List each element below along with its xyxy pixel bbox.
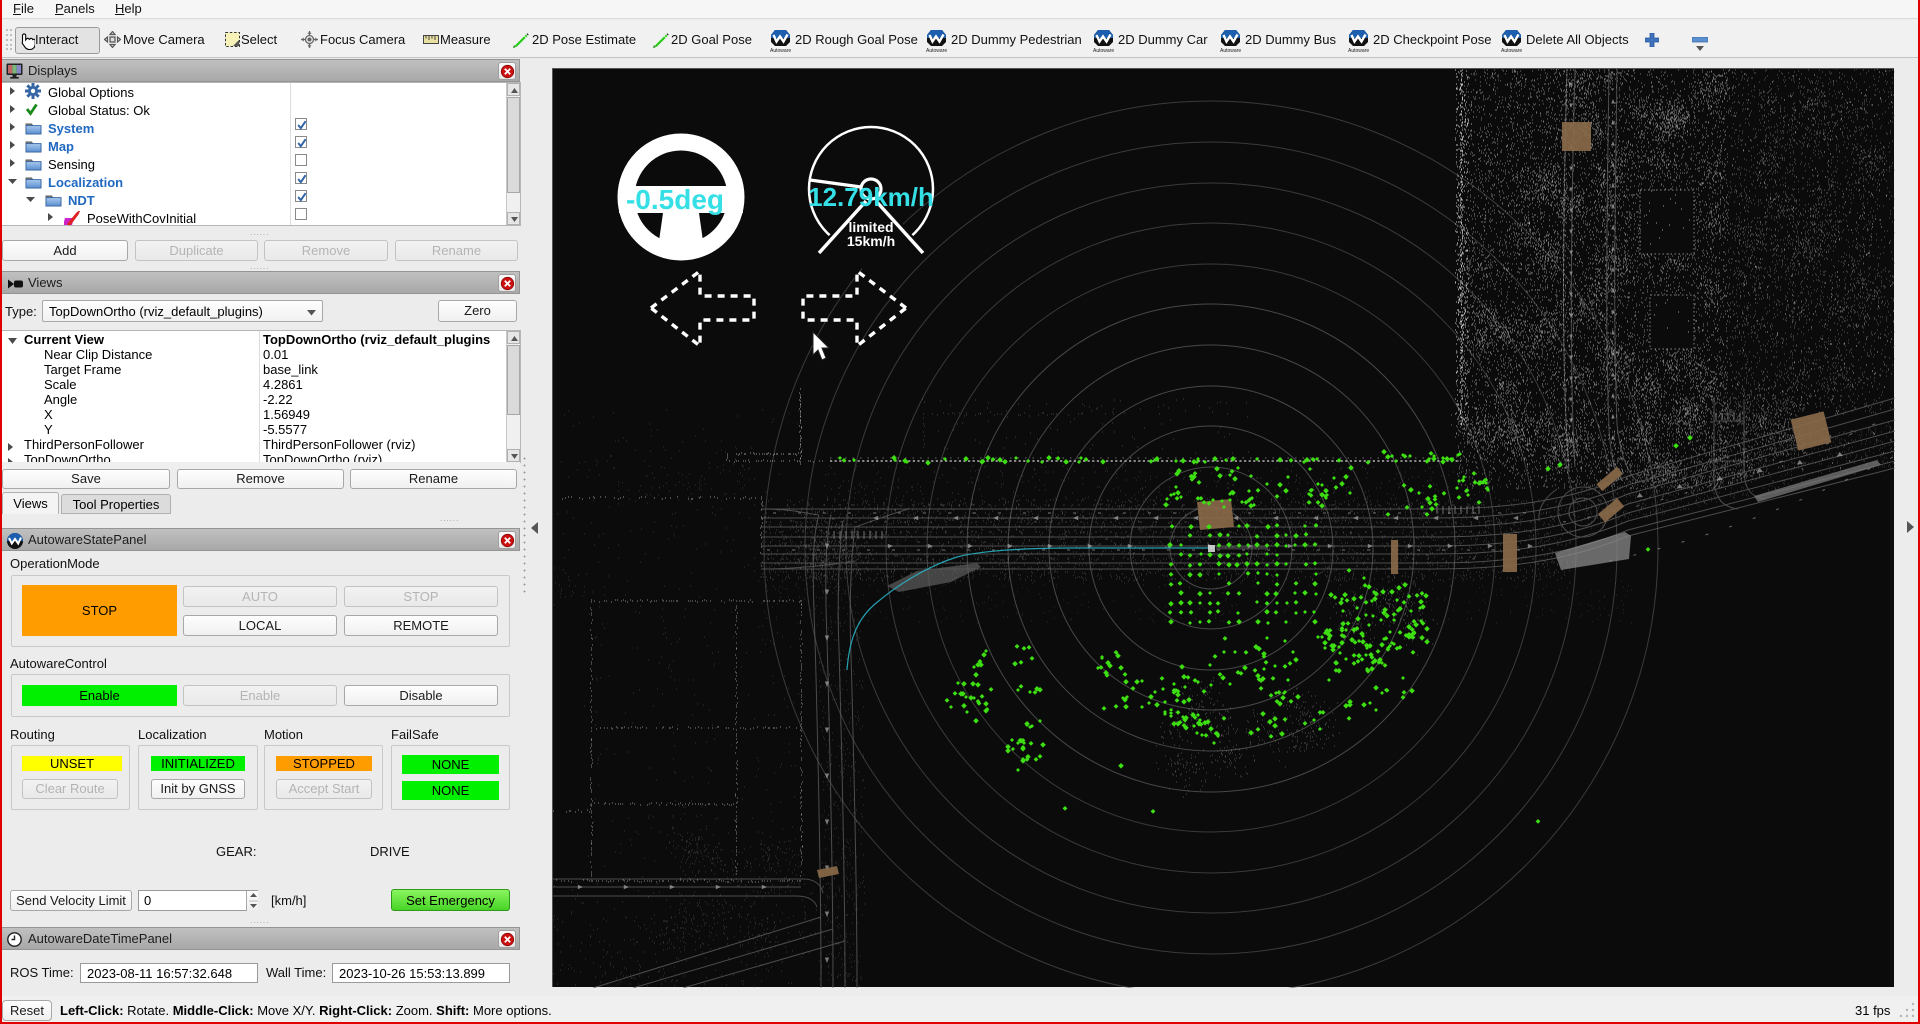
svg-text:15km/h: 15km/h	[847, 233, 895, 249]
svg-text:-0.5deg: -0.5deg	[626, 184, 724, 215]
svg-text:12.79km/h: 12.79km/h	[808, 182, 934, 212]
